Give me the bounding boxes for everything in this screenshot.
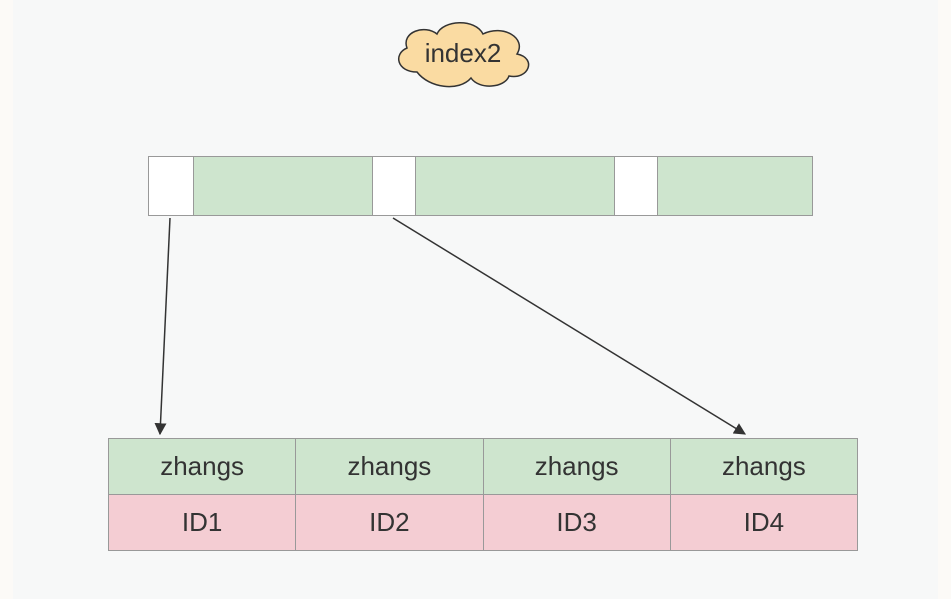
bar-fill <box>415 157 614 215</box>
index-cloud-label: index2 <box>387 14 539 92</box>
name-cell: zhangs <box>109 439 296 494</box>
name-cell: zhangs <box>484 439 671 494</box>
table-row-ids: ID1ID2ID3ID4 <box>109 494 857 550</box>
bar-gap <box>149 157 193 215</box>
bar-fill <box>193 157 372 215</box>
name-cell: zhangs <box>296 439 483 494</box>
data-table: zhangszhangszhangszhangs ID1ID2ID3ID4 <box>108 438 858 551</box>
index-bar <box>148 156 813 216</box>
diagram-canvas: index2 zhangszhangszhangszhangs ID1ID2ID… <box>13 0 938 599</box>
arrow <box>160 218 170 434</box>
bar-fill <box>657 157 811 215</box>
index-cloud: index2 <box>387 14 539 92</box>
bar-gap <box>614 157 658 215</box>
table-row-names: zhangszhangszhangszhangs <box>109 439 857 494</box>
arrow <box>393 218 745 434</box>
id-cell: ID4 <box>671 495 857 550</box>
bar-gap <box>372 157 415 215</box>
id-cell: ID3 <box>484 495 671 550</box>
id-cell: ID2 <box>296 495 483 550</box>
name-cell: zhangs <box>671 439 857 494</box>
id-cell: ID1 <box>109 495 296 550</box>
